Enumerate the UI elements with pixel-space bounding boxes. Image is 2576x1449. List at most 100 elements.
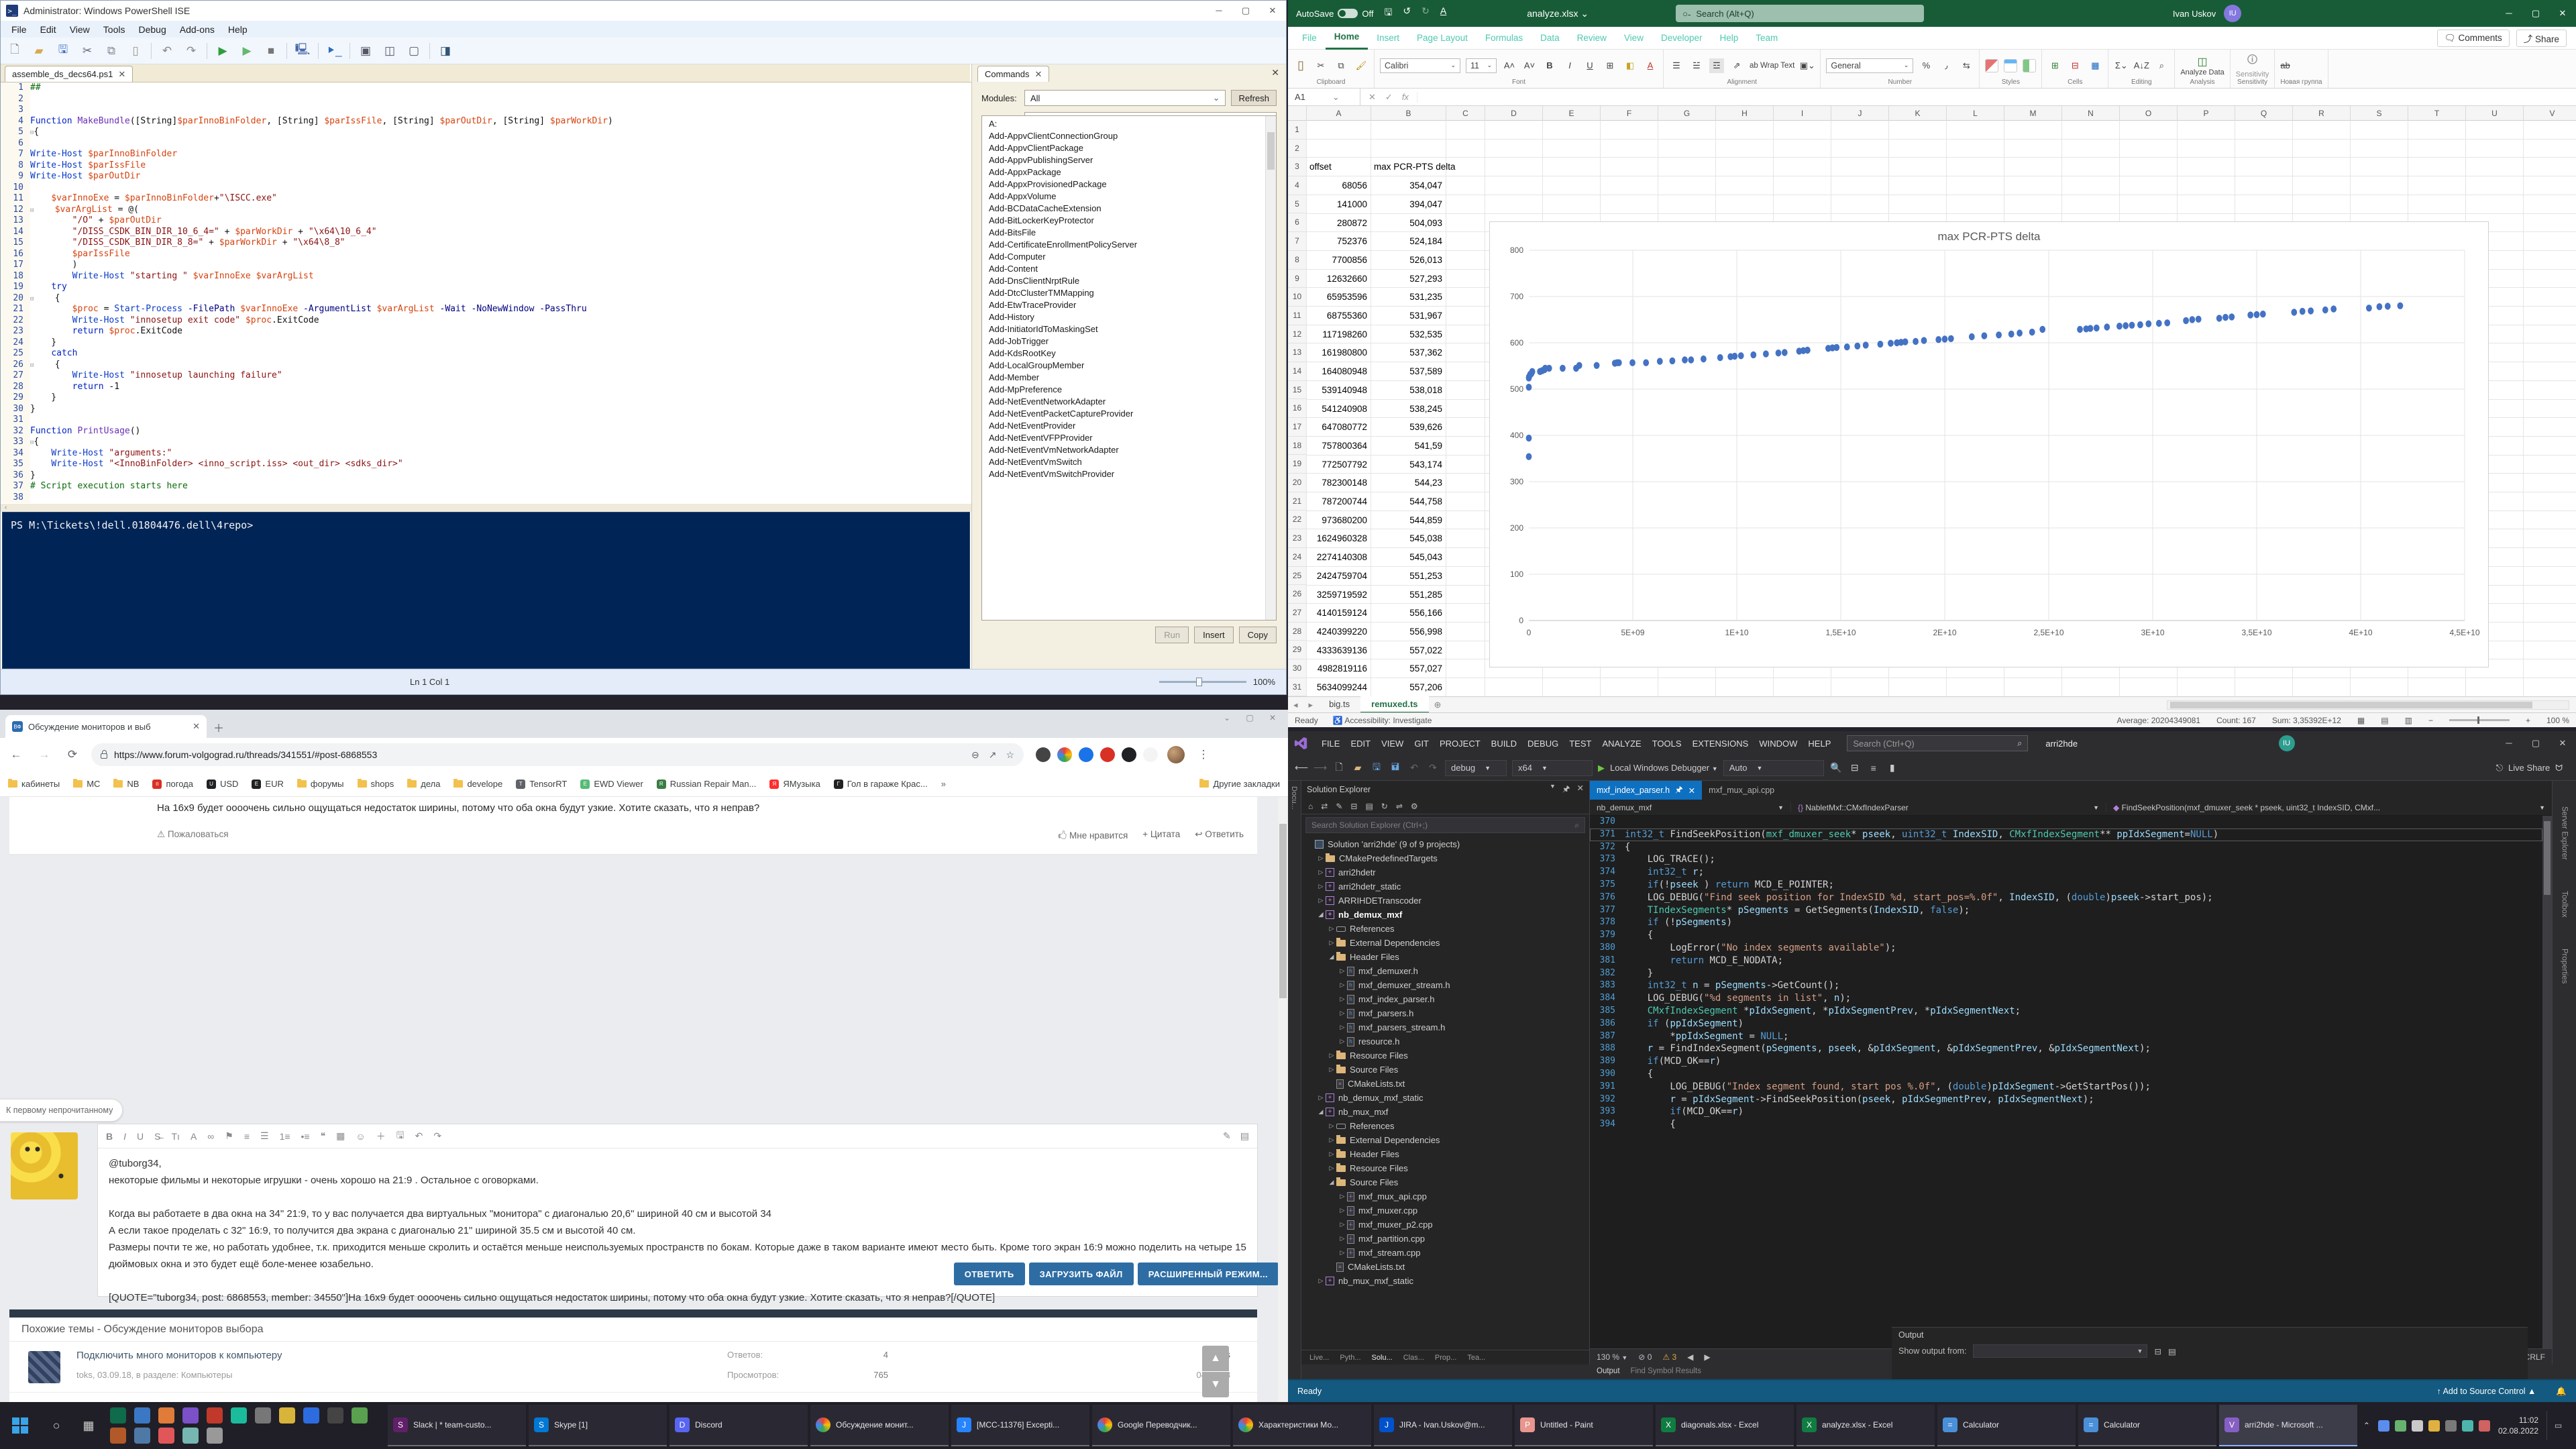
tray-icon[interactable] bbox=[2428, 1420, 2440, 1432]
bookmark-item[interactable]: ГГол в гараже Крас... bbox=[834, 779, 928, 789]
command-item[interactable]: Add-NetEventVmNetworkAdapter bbox=[982, 443, 1276, 455]
sync-icon[interactable]: ⇌ bbox=[1396, 802, 1403, 811]
sheet-nav-left-icon[interactable]: ◂ bbox=[1288, 700, 1303, 710]
tree-item[interactable]: ◢+nb_mux_mxf bbox=[1301, 1105, 1589, 1119]
output-tab-find-symbol-results[interactable]: Find Symbol Results bbox=[1631, 1367, 1701, 1375]
tray-icon[interactable] bbox=[2445, 1420, 2457, 1432]
chevron-collapsed-icon[interactable]: ▷ bbox=[1338, 1221, 1347, 1228]
code-line[interactable]: 374 int32_t r; bbox=[1590, 866, 2542, 879]
column-header-L[interactable]: L bbox=[1947, 106, 2004, 121]
command-item[interactable]: Add-JobTrigger bbox=[982, 335, 1276, 347]
cell-delta[interactable]: 537,589 bbox=[1371, 362, 1446, 381]
code-line[interactable]: 375 if(!pseek ) return MCD_E_POINTER; bbox=[1590, 879, 2542, 892]
tree-item[interactable]: ▷hresource.h bbox=[1301, 1034, 1589, 1049]
strikethrough-button[interactable]: ab bbox=[2280, 60, 2290, 70]
first-unread-button[interactable]: К первому непрочитанному bbox=[0, 1099, 123, 1122]
taskbar-app-calculator[interactable]: =Calculator bbox=[2078, 1405, 2216, 1446]
bookmark-item[interactable]: RRussian Repair Man... bbox=[657, 779, 757, 789]
bookmark-star-icon[interactable]: ☆ bbox=[1006, 749, 1014, 761]
command-item[interactable]: Add-AppxVolume bbox=[982, 190, 1276, 202]
chevron-collapsed-icon[interactable]: ▷ bbox=[1316, 1094, 1326, 1102]
code-line[interactable]: 389 if(MCD_OK==r) bbox=[1590, 1055, 2542, 1068]
pinned-app-icon[interactable] bbox=[182, 1407, 199, 1424]
zoom-slider[interactable] bbox=[1159, 681, 1246, 683]
cell-delta[interactable]: 354,047 bbox=[1371, 176, 1446, 195]
tree-item[interactable]: ▷hmxf_parsers.h bbox=[1301, 1006, 1589, 1020]
italic-button[interactable]: I bbox=[1562, 58, 1577, 73]
column-header-V[interactable]: V bbox=[2524, 106, 2576, 121]
code-line[interactable]: 11 $varInnoExe = $parInnoBinFolder+"\ISC… bbox=[1, 193, 971, 205]
tree-item[interactable]: ▷hmxf_demuxer_stream.h bbox=[1301, 978, 1589, 992]
dock-tab-properties[interactable]: Properties bbox=[2559, 943, 2571, 989]
editor-content[interactable]: @tuborg34,некоторые фильмы и некоторые и… bbox=[98, 1148, 1257, 1330]
paste-icon[interactable]: ▯ bbox=[127, 42, 144, 60]
row-header-6[interactable]: 6 bbox=[1288, 213, 1306, 232]
tree-item[interactable]: ▷+arri2hdetr_static bbox=[1301, 879, 1589, 894]
code-line[interactable]: 380 LogError("No index segments availabl… bbox=[1590, 942, 2542, 955]
people-icon[interactable]: ᗢ bbox=[2555, 763, 2563, 773]
cell-delta[interactable]: 531,235 bbox=[1371, 288, 1446, 307]
commands-list[interactable]: A:Add-AppvClientConnectionGroupAdd-AppvC… bbox=[981, 115, 1277, 621]
cell-delta[interactable]: 538,245 bbox=[1371, 400, 1446, 419]
taskbar-search-icon[interactable]: ○ bbox=[40, 1402, 72, 1449]
cell-delta[interactable]: 527,293 bbox=[1371, 270, 1446, 288]
output-source-dropdown[interactable]: ▼ bbox=[1973, 1344, 2147, 1358]
taskbar-app-diagonalsxlsx[interactable]: Xdiagonals.xlsx - Excel bbox=[1656, 1405, 1794, 1446]
minimize-icon[interactable]: ─ bbox=[2496, 731, 2522, 755]
panel-tab[interactable]: Solu... bbox=[1368, 1354, 1397, 1362]
decrease-font-icon[interactable]: A˅ bbox=[1522, 58, 1537, 73]
ise-menu-view[interactable]: View bbox=[63, 24, 97, 35]
column-header-B[interactable]: B bbox=[1371, 106, 1446, 121]
run-icon[interactable]: ▶ bbox=[1598, 763, 1605, 773]
tree-item[interactable]: ▷hmxf_index_parser.h bbox=[1301, 992, 1589, 1006]
row-header-13[interactable]: 13 bbox=[1288, 343, 1306, 362]
tree-item[interactable]: Solution 'arri2hde' (9 of 9 projects) bbox=[1301, 837, 1589, 851]
editor-tool-icon[interactable]: 1≡ bbox=[280, 1131, 290, 1142]
vs-search-box[interactable]: Search (Ctrl+Q)⌕ bbox=[1847, 735, 2028, 751]
reply-link[interactable]: ↩ Ответить bbox=[1195, 829, 1244, 845]
underline-button[interactable]: U bbox=[1582, 58, 1597, 73]
panel-tab[interactable]: Live... bbox=[1305, 1354, 1333, 1362]
code-line[interactable]: 370 bbox=[1590, 816, 2542, 828]
code-line[interactable]: 13 "/O" + $parOutDir bbox=[1, 215, 971, 227]
view-break-icon[interactable]: ▥ bbox=[2405, 716, 2412, 725]
row-header-19[interactable]: 19 bbox=[1288, 455, 1306, 474]
chevron-expanded-icon[interactable]: ◢ bbox=[1327, 953, 1336, 961]
taskbar-app-calculator[interactable]: =Calculator bbox=[1937, 1405, 2076, 1446]
conditional-formatting-icon[interactable] bbox=[1985, 59, 1998, 72]
column-header-S[interactable]: S bbox=[2351, 106, 2408, 121]
chevron-collapsed-icon[interactable]: ▷ bbox=[1327, 1122, 1336, 1130]
taskbar-app-обсуждение[interactable]: Обсуждение монит... bbox=[810, 1405, 949, 1446]
vs-menu-file[interactable]: FILE bbox=[1316, 739, 1345, 749]
format-icon[interactable]: ▦ bbox=[2088, 58, 2102, 73]
taskbar-app-analyzexlsx[interactable]: Xanalyze.xlsx - Excel bbox=[1796, 1405, 1935, 1446]
chevron-collapsed-icon[interactable]: ▷ bbox=[1316, 897, 1326, 904]
code-line[interactable]: 29 } bbox=[1, 392, 971, 404]
editor-tool-icon[interactable]: ＋ bbox=[376, 1130, 386, 1143]
wrap-text-button[interactable]: ab Wrap Text bbox=[1750, 62, 1794, 70]
breadcrumb-member[interactable]: ◆ FindSeekPosition(mxf_dmuxer_seek * pse… bbox=[2106, 803, 2552, 812]
row-header-29[interactable]: 29 bbox=[1288, 641, 1306, 659]
autosum-icon[interactable]: Σ⌄ bbox=[2114, 58, 2129, 73]
taskbar-app-характеристики[interactable]: Характеристики Мо... bbox=[1233, 1405, 1371, 1446]
zoom-slider[interactable] bbox=[2449, 719, 2510, 721]
find-select-icon[interactable]: ⌕ bbox=[2154, 58, 2169, 73]
taskbar-app-jira[interactable]: JJIRA - Ivan.Uskov@m... bbox=[1374, 1405, 1512, 1446]
code-line[interactable]: 9Write-Host $parOutDir bbox=[1, 171, 971, 182]
command-item[interactable]: Add-NetEventVFPProvider bbox=[982, 431, 1276, 443]
show-all-files-icon[interactable]: ▤ bbox=[1365, 802, 1373, 811]
tree-item[interactable]: ▷＋mxf_stream.cpp bbox=[1301, 1246, 1589, 1260]
code-line[interactable]: 383 int32_t n = pSegments->GetCount(); bbox=[1590, 979, 2542, 992]
number-format-dropdown[interactable]: General⌄ bbox=[1826, 58, 1913, 73]
cell-offset[interactable]: 12632660 bbox=[1307, 270, 1371, 288]
cell-delta[interactable]: 545,038 bbox=[1371, 529, 1446, 548]
row-header-15[interactable]: 15 bbox=[1288, 381, 1306, 400]
next-icon[interactable]: ▶ bbox=[1704, 1352, 1710, 1362]
cell-delta[interactable]: 532,535 bbox=[1371, 325, 1446, 344]
editor-tab[interactable]: mxf_mux_api.cpp bbox=[1702, 781, 1781, 800]
vs-menu-build[interactable]: BUILD bbox=[1486, 739, 1522, 749]
pinned-app-icon[interactable] bbox=[303, 1407, 319, 1424]
cell-offset[interactable]: 68755360 bbox=[1307, 307, 1371, 325]
comments-button[interactable]: 🗨 Comments bbox=[2437, 30, 2510, 47]
cell-offset[interactable]: 7700856 bbox=[1307, 251, 1371, 270]
